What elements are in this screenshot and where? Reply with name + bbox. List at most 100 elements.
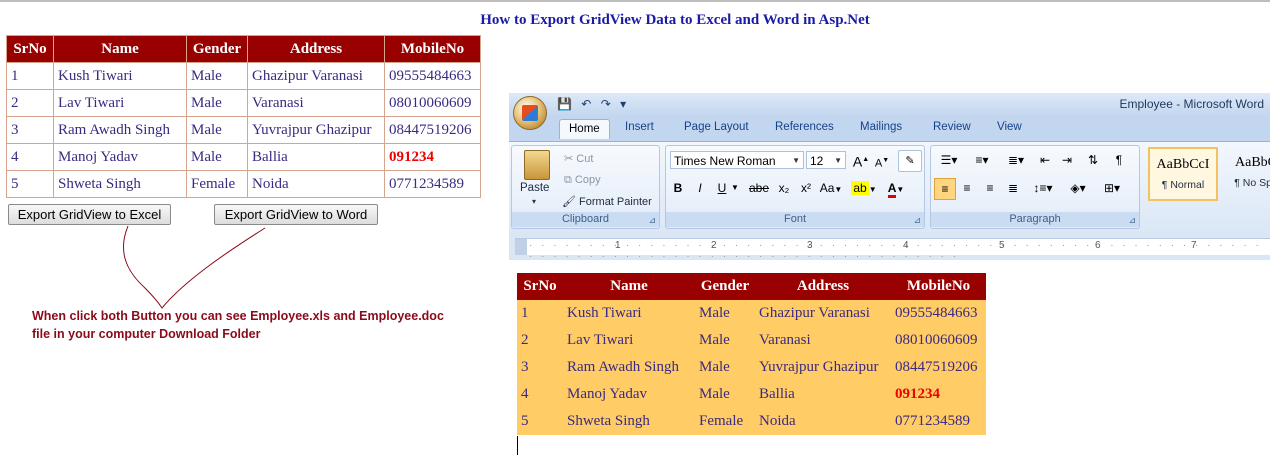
- font-color-button[interactable]: A▼: [882, 178, 910, 198]
- line-spacing-icon[interactable]: ↕≡▾: [1029, 178, 1057, 198]
- tab-home[interactable]: Home: [559, 119, 610, 139]
- cut-label: Cut: [576, 153, 594, 165]
- copy-button[interactable]: ⧉ Copy: [564, 174, 601, 187]
- quick-access-toolbar: 💾 ↶ ↷ ▾: [557, 97, 632, 111]
- shading-icon[interactable]: ◈▾: [1063, 178, 1093, 198]
- paragraph-launcher-icon[interactable]: ⊿: [1128, 215, 1136, 226]
- change-case-label: Aa: [819, 181, 835, 195]
- multilevel-list-icon[interactable]: ≣▾: [1001, 150, 1031, 170]
- style-normal-label: ¶ Normal: [1161, 179, 1205, 191]
- word-col-header-gender: Gender: [695, 273, 755, 300]
- show-formatting-icon[interactable]: ¶: [1109, 150, 1129, 170]
- cell-srno: 2: [517, 327, 563, 354]
- annotation-arrow-line: [123, 225, 266, 309]
- cell-address: Ballia: [755, 381, 891, 408]
- indent-marker-icon[interactable]: [515, 239, 527, 255]
- subscript-button[interactable]: x₂: [774, 178, 794, 198]
- cell-mobile: 08447519206: [891, 354, 986, 381]
- grow-font-button[interactable]: A▲: [852, 150, 870, 170]
- word-titlebar: 💾 ↶ ↷ ▾ Employee - Microsoft Word: [509, 93, 1270, 117]
- chevron-down-icon: ▼: [896, 185, 905, 194]
- word-col-header-srno: SrNo: [517, 273, 563, 300]
- strikethrough-button[interactable]: abe: [746, 178, 772, 198]
- style-normal[interactable]: AaBbCcI ¶ Normal: [1148, 147, 1218, 201]
- cell-address: Yuvrajpur Ghazipur: [755, 354, 891, 381]
- note-line-1: When click both Button you can see Emplo…: [32, 309, 444, 323]
- table-row: 1 Kush Tiwari Male Ghazipur Varanasi 095…: [517, 300, 986, 327]
- change-case-button[interactable]: Aa▼: [818, 178, 844, 198]
- shrink-font-button[interactable]: A▼: [873, 151, 891, 171]
- underline-button[interactable]: U: [714, 178, 730, 198]
- tab-references[interactable]: References: [775, 121, 834, 133]
- tab-view[interactable]: View: [997, 121, 1022, 133]
- paste-icon[interactable]: [524, 150, 550, 180]
- qat-dropdown-icon[interactable]: ▾: [620, 97, 626, 111]
- style-normal-sample: AaBbCcI: [1156, 157, 1210, 172]
- office-button[interactable]: [513, 96, 547, 130]
- italic-button[interactable]: I: [692, 178, 708, 198]
- cell-name: Shweta Singh: [563, 408, 695, 435]
- paragraph-group: ☰▾ ≡▾ ≣▾ ⇤ ⇥ ⇅ ¶ ≡ ≡ ≡ ≣ ↕≡▾ ◈▾ ⊞▾ Parag…: [930, 145, 1140, 229]
- paste-button[interactable]: Paste: [520, 182, 549, 194]
- word-document-table: SrNo Name Gender Address MobileNo 1 Kush…: [517, 273, 986, 435]
- borders-icon[interactable]: ⊞▾: [1097, 178, 1127, 198]
- word-window: 💾 ↶ ↷ ▾ Employee - Microsoft Word Home I…: [509, 93, 1270, 260]
- font-name-select[interactable]: Times New Roman ▼: [670, 151, 804, 169]
- cell-address: Ghazipur Varanasi: [755, 300, 891, 327]
- paragraph-group-label: Paragraph: [931, 212, 1139, 227]
- font-size-select[interactable]: 12 ▼: [806, 151, 846, 169]
- cell-name: Lav Tiwari: [563, 327, 695, 354]
- font-size-value: 12: [810, 154, 824, 168]
- annotation-note: When click both Button you can see Emplo…: [32, 307, 492, 343]
- justify-icon[interactable]: ≣: [1003, 178, 1023, 198]
- word-header-row: SrNo Name Gender Address MobileNo: [517, 273, 986, 300]
- bullets-icon[interactable]: ☰▾: [934, 150, 964, 170]
- tab-mailings[interactable]: Mailings: [860, 121, 902, 133]
- clipboard-group: Paste ▾ ✂ Cut ⧉ Copy 🖌 Format Painter Cl…: [511, 145, 660, 229]
- superscript-button[interactable]: x²: [796, 178, 816, 198]
- ribbon: Paste ▾ ✂ Cut ⧉ Copy 🖌 Format Painter Cl…: [509, 141, 1270, 232]
- save-icon[interactable]: 💾: [557, 97, 572, 111]
- redo-icon[interactable]: ↷: [601, 97, 611, 111]
- numbering-icon[interactable]: ≡▾: [967, 150, 997, 170]
- grow-font-label: A: [852, 153, 863, 170]
- sort-icon[interactable]: ⇅: [1083, 150, 1103, 170]
- align-left-icon[interactable]: ≡: [934, 178, 956, 200]
- cell-gender: Male: [695, 381, 755, 408]
- clipboard-group-label: Clipboard: [512, 212, 659, 227]
- bold-button[interactable]: B: [670, 178, 686, 198]
- underline-dropdown-icon[interactable]: ▼: [730, 178, 740, 198]
- paste-dropdown-icon[interactable]: ▾: [532, 197, 536, 206]
- cell-name: Ram Awadh Singh: [563, 354, 695, 381]
- clear-formatting-icon[interactable]: ✎: [898, 150, 922, 172]
- format-painter-label: Format Painter: [579, 196, 652, 208]
- cell-mobile-highlight: 091234: [891, 381, 986, 408]
- annotation-arrows: [123, 225, 266, 309]
- font-group-label: Font: [666, 212, 924, 227]
- format-painter-button[interactable]: 🖌 Format Painter: [562, 195, 652, 208]
- clipboard-launcher-icon[interactable]: ⊿: [648, 215, 656, 226]
- cell-srno: 1: [517, 300, 563, 327]
- tab-page-layout[interactable]: Page Layout: [684, 121, 749, 133]
- increase-indent-icon[interactable]: ⇥: [1057, 150, 1077, 170]
- highlighter-icon: ab: [851, 181, 869, 195]
- word-col-header-mobile: MobileNo: [891, 273, 986, 300]
- note-line-2: file in your computer Download Folder: [32, 327, 261, 341]
- undo-icon[interactable]: ↶: [581, 97, 591, 111]
- tab-insert[interactable]: Insert: [625, 121, 654, 133]
- tab-review[interactable]: Review: [933, 121, 971, 133]
- table-row: 4 Manoj Yadav Male Ballia 091234: [517, 381, 986, 408]
- chevron-down-icon: ▼: [792, 156, 800, 165]
- align-right-icon[interactable]: ≡: [980, 178, 1000, 198]
- decrease-indent-icon[interactable]: ⇤: [1035, 150, 1055, 170]
- style-no-spacing[interactable]: AaBbC ¶ No Spa: [1221, 147, 1270, 201]
- table-row: 3 Ram Awadh Singh Male Yuvrajpur Ghazipu…: [517, 354, 986, 381]
- cut-button[interactable]: ✂ Cut: [564, 152, 593, 165]
- ruler[interactable]: 1 2 3 4 5 6 7 · · · · · · · · · · · · · …: [509, 232, 1270, 260]
- highlight-color-button[interactable]: ab ▼: [850, 178, 878, 198]
- cell-srno: 3: [517, 354, 563, 381]
- align-center-icon[interactable]: ≡: [957, 178, 977, 198]
- font-launcher-icon[interactable]: ⊿: [913, 215, 921, 226]
- cell-gender: Male: [695, 354, 755, 381]
- cell-mobile: 08010060609: [891, 327, 986, 354]
